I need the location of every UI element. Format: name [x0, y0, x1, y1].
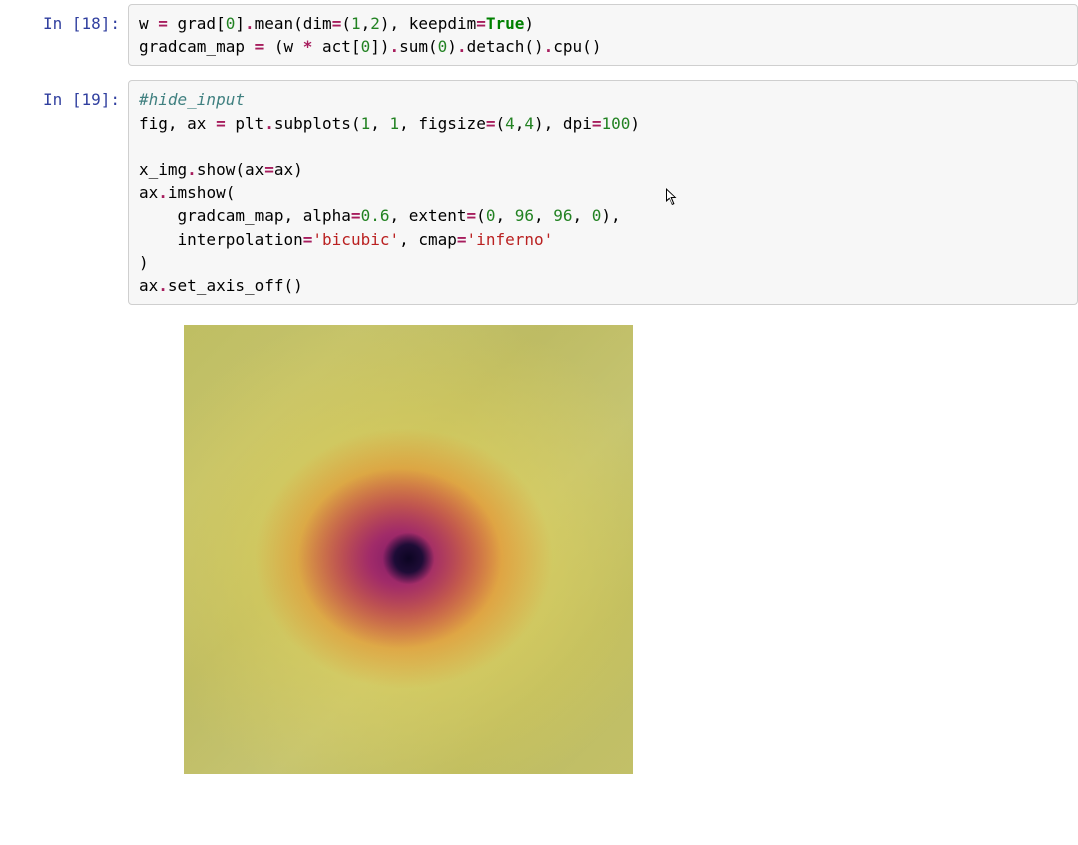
code-token: 96 [553, 206, 572, 225]
code-token: = [264, 160, 274, 179]
output-area [128, 319, 1078, 774]
code-token: . [158, 183, 168, 202]
code-token [139, 230, 178, 249]
code-token: , extent [389, 206, 466, 225]
code-token: . [158, 276, 168, 295]
code-token: = [158, 14, 177, 33]
code-token: x_img [139, 160, 187, 179]
code-token: plt [235, 114, 264, 133]
output-cell [8, 319, 1078, 774]
code-token: 0 [361, 37, 371, 56]
mouse-cursor-icon [666, 188, 679, 206]
code-token: w [139, 14, 158, 33]
code-token: 96 [515, 206, 534, 225]
code-token: 0 [592, 206, 602, 225]
code-token: #hide_input [139, 90, 245, 109]
code-input-area[interactable]: w = grad[0].mean(dim=(1,2), keepdim=True… [128, 4, 1078, 66]
code-token: act[ [312, 37, 360, 56]
code-token: ), dpi [534, 114, 592, 133]
code-token: 'bicubic' [312, 230, 399, 249]
code-input-area[interactable]: #hide_input fig, ax = plt.subplots(1, 1,… [128, 80, 1078, 305]
code-token: ) [630, 114, 640, 133]
code-token: . [389, 37, 399, 56]
code-token: . [187, 160, 197, 179]
code-token: = [255, 37, 274, 56]
code-token: 1 [389, 114, 399, 133]
code-token: ( [476, 206, 486, 225]
code-token: = [351, 206, 361, 225]
code-token: = [216, 114, 235, 133]
code-token: subplots( [274, 114, 361, 133]
code-token: 2 [370, 14, 380, 33]
code-token: , cmap [399, 230, 457, 249]
code-token: = [457, 230, 467, 249]
code-token: ), keepdim [380, 14, 476, 33]
code-token: ] [235, 14, 245, 33]
code-token: , [573, 206, 592, 225]
code-token: = [332, 14, 342, 33]
code-token: ), [601, 206, 620, 225]
code-token: 'inferno' [467, 230, 554, 249]
code-token: , [515, 114, 525, 133]
code-cell: In [18]: w = grad[0].mean(dim=(1,2), kee… [8, 4, 1078, 66]
code-token: grad[ [178, 14, 226, 33]
code-token: 1 [351, 14, 361, 33]
code-token: sum( [399, 37, 438, 56]
code-token: ax [139, 183, 158, 202]
code-token: ) [139, 253, 149, 272]
code-token: , figsize [399, 114, 486, 133]
code-cell: In [19]: #hide_input fig, ax = plt.subpl… [8, 80, 1078, 305]
code-token: 4 [505, 114, 515, 133]
code-token: , [495, 206, 514, 225]
code-token: 4 [524, 114, 534, 133]
code-token: ) [524, 14, 534, 33]
code-token: detach() [467, 37, 544, 56]
code-token: , [370, 114, 389, 133]
input-prompt: In [19]: [8, 80, 128, 111]
code-token: * [303, 37, 313, 56]
code-token: . [264, 114, 274, 133]
code-token: ) [447, 37, 457, 56]
code-token: ax [139, 276, 158, 295]
code-token: 0 [486, 206, 496, 225]
code-token: , [534, 206, 553, 225]
code-token: mean(dim [255, 14, 332, 33]
code-token: = [476, 14, 486, 33]
code-token: ax) [274, 160, 303, 179]
code-token: gradcam_map [139, 37, 255, 56]
code-token: gradcam_map, alpha [178, 206, 351, 225]
code-token: = [303, 230, 313, 249]
code-token: set_axis_off() [168, 276, 303, 295]
code-token: ]) [370, 37, 389, 56]
code-token: True [486, 14, 525, 33]
code-token: 0 [226, 14, 236, 33]
code-token: = [467, 206, 477, 225]
code-token: ( [341, 14, 351, 33]
code-token: ( [495, 114, 505, 133]
code-token: 0.6 [361, 206, 390, 225]
code-token: interpolation [178, 230, 303, 249]
code-token: show(ax [197, 160, 264, 179]
input-prompt: In [18]: [8, 4, 128, 35]
gradcam-heatmap-image [184, 325, 633, 774]
output-prompt [8, 319, 128, 327]
code-token: 1 [361, 114, 371, 133]
code-token: . [457, 37, 467, 56]
code-token: fig, ax [139, 114, 216, 133]
code-token: , [361, 14, 371, 33]
code-token: 0 [438, 37, 448, 56]
code-token: imshow( [168, 183, 235, 202]
code-token: cpu() [553, 37, 601, 56]
code-token: 100 [601, 114, 630, 133]
code-token: . [245, 14, 255, 33]
code-token: . [544, 37, 554, 56]
code-token: (w [274, 37, 303, 56]
code-token [139, 206, 178, 225]
